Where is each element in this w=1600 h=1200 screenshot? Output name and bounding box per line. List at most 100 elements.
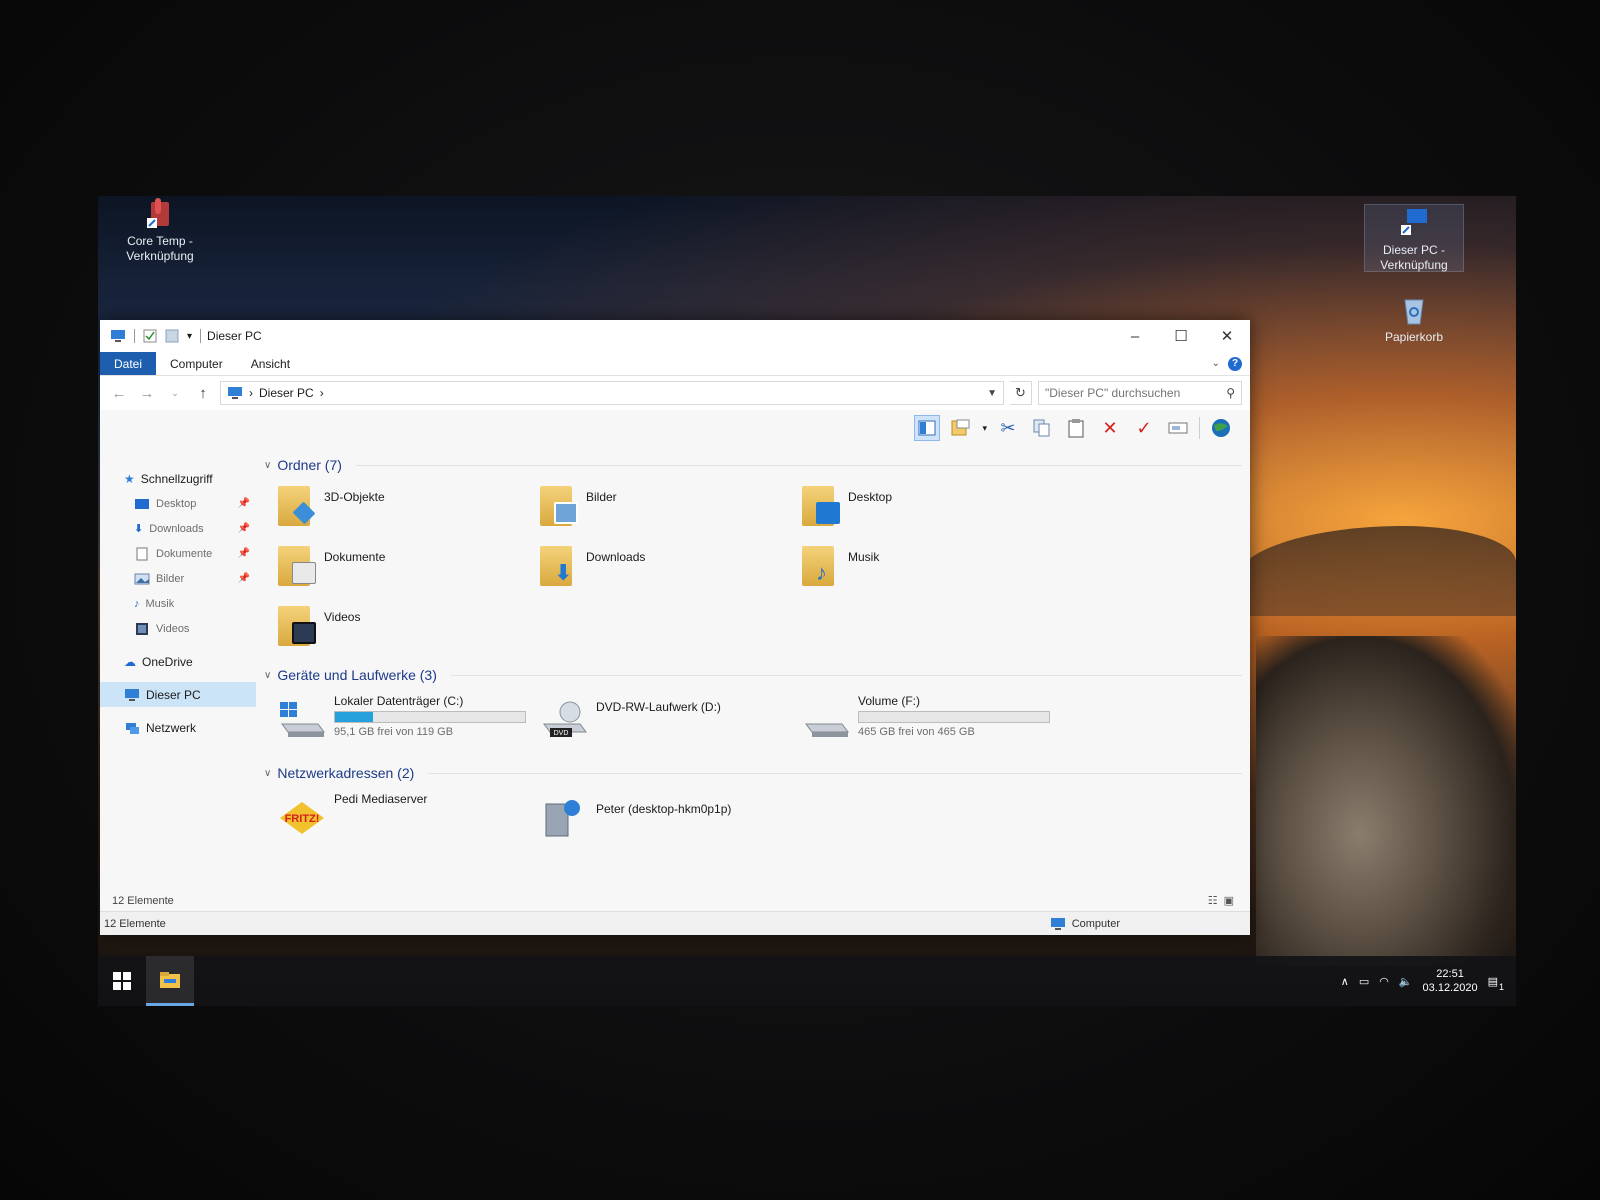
folder-grid: 3D-Objekte Bilder Desktop Dokumente ⬇ Do… [264,478,1242,662]
start-button[interactable] [98,956,146,1006]
title-bar: ▾ Dieser PC – ☐ ✕ [100,320,1250,352]
nav-item-bilder[interactable]: Bilder 📌 [100,566,256,591]
divider [428,772,1242,774]
large-icons-view-icon[interactable]: ▣ [1224,894,1234,907]
nav-item-videos[interactable]: Videos [100,616,256,641]
pin-icon[interactable]: 📌 [238,573,250,584]
details-view-icon[interactable]: ☷ [1208,894,1218,907]
monitor-bezel: Core Temp - Verknüpfung Dieser PC - Verk… [0,0,1600,1200]
folder-label: 3D-Objekte [324,490,385,504]
network-label: Peter (desktop-hkm0p1p) [596,802,732,816]
breadcrumb-separator-icon[interactable]: › [249,386,253,400]
search-icon[interactable]: ⚲ [1226,386,1235,400]
search-box[interactable]: ⚲ [1038,381,1242,405]
cut-button[interactable]: ✂ [995,415,1021,441]
globe-icon [1212,419,1230,437]
expand-ribbon-icon[interactable]: ⌄ [1212,358,1220,369]
folder-3d-objekte[interactable]: 3D-Objekte [278,484,540,536]
properties-button[interactable] [948,415,974,441]
nav-item-dieser-pc[interactable]: Dieser PC [100,682,256,707]
taskbar: ∧ ▭ ◠ 🔈 22:51 03.12.2020 ▤ 1 [98,956,1516,1006]
properties-dropdown-icon[interactable]: ▾ [982,423,987,434]
up-button[interactable]: ↑ [192,385,214,402]
clock[interactable]: 22:51 03.12.2020 [1423,967,1478,995]
chevron-down-icon[interactable]: ∨ [264,460,271,471]
document-icon [136,547,148,560]
new-folder-icon[interactable] [165,329,179,343]
nav-item-desktop[interactable]: Desktop 📌 [100,491,256,516]
address-dropdown-icon[interactable]: ▼ [987,388,997,399]
quick-access-toolbar: ▾ [110,329,202,343]
nav-item-dokumente[interactable]: Dokumente 📌 [100,541,256,566]
address-row: ← → ⌄ ↑ › Dieser PC › ▼ ↻ ⚲ [100,376,1250,410]
show-hidden-icons-icon[interactable]: ∧ [1341,975,1349,988]
folder-videos-icon [278,604,318,648]
folder-desktop[interactable]: Desktop [802,484,1064,536]
refresh-button[interactable]: ↻ [1010,381,1032,405]
tab-ansicht[interactable]: Ansicht [237,352,304,375]
breadcrumb-separator-icon[interactable]: › [320,386,324,400]
globe-button[interactable] [1208,415,1234,441]
nav-item-netzwerk[interactable]: Netzwerk [100,715,256,740]
network-item-peter[interactable]: Peter (desktop-hkm0p1p) [540,792,802,852]
breadcrumb-item[interactable]: Dieser PC [259,386,314,400]
tab-computer[interactable]: Computer [156,352,237,375]
action-center-icon[interactable]: ▤ 1 [1488,975,1504,992]
drive-label: Volume (F:) [858,694,921,708]
group-header-network[interactable]: ∨ Netzwerkadressen (2) [264,760,1242,786]
folder-videos[interactable]: Videos [278,604,540,656]
qat-dropdown-icon[interactable]: ▾ [187,331,192,342]
group-header-drives[interactable]: ∨ Geräte und Laufwerke (3) [264,662,1242,688]
drive-label: DVD-RW-Laufwerk (D:) [596,700,721,714]
file-explorer-icon [160,971,180,988]
nav-item-musik[interactable]: ♪ Musik [100,591,256,616]
taskbar-explorer-button[interactable] [146,956,194,1006]
network-item-pedi-mediaserver[interactable]: FRITZ! Pedi Mediaserver [278,792,540,852]
desktop-icon-papierkorb[interactable]: Papierkorb [1364,292,1464,345]
confirm-button[interactable]: ✓ [1131,415,1157,441]
rename-button[interactable] [1165,415,1191,441]
pin-icon[interactable]: 📌 [238,498,250,509]
back-button[interactable]: ← [108,385,130,402]
chevron-down-icon[interactable]: ∨ [264,670,271,681]
drive-f[interactable]: Volume (F:) 465 GB frei von 465 GB [802,694,1064,754]
copy-button[interactable] [1029,415,1055,441]
group-title: Ordner (7) [277,457,342,473]
nav-item-onedrive[interactable]: ☁ OneDrive [100,649,256,674]
nav-item-schnellzugriff[interactable]: ★ Schnellzugriff [100,466,256,491]
minimize-button[interactable]: – [1112,320,1158,352]
help-icon[interactable]: ? [1228,356,1242,371]
desktop-icon-dieser-pc[interactable]: Dieser PC - Verknüpfung [1364,204,1464,272]
address-bar[interactable]: › Dieser PC › ▼ [220,381,1004,405]
folder-label: Downloads [586,550,646,564]
forward-button[interactable]: → [136,385,158,402]
wifi-icon[interactable]: ◠ [1379,975,1389,988]
folder-downloads[interactable]: ⬇ Downloads [540,544,802,596]
group-header-folders[interactable]: ∨ Ordner (7) [264,452,1242,478]
chevron-down-icon[interactable]: ∨ [264,768,271,779]
desktop-icon-label: Core Temp - Verknüpfung [126,234,194,263]
tab-datei[interactable]: Datei [100,352,157,375]
preview-pane-button[interactable] [914,415,941,441]
folder-musik[interactable]: ♪ Musik [802,544,1064,596]
close-button[interactable]: ✕ [1204,320,1250,352]
drive-d[interactable]: DVD DVD-RW-Laufwerk (D:) [540,694,802,754]
drive-c[interactable]: Lokaler Datenträger (C:) 95,1 GB frei vo… [278,694,540,754]
delete-button[interactable]: ✕ [1097,415,1123,441]
search-input[interactable] [1045,386,1227,400]
pin-icon[interactable]: 📌 [238,523,250,534]
svg-text:FRITZ!: FRITZ! [285,813,320,825]
folder-bilder[interactable]: Bilder [540,484,802,536]
network-grid: FRITZ! Pedi Mediaserver Peter (desktop-h… [264,786,1242,858]
folder-dokumente[interactable]: Dokumente [278,544,540,596]
maximize-button[interactable]: ☐ [1158,320,1204,352]
paste-button[interactable] [1063,415,1089,441]
recent-locations-icon[interactable]: ⌄ [164,388,186,399]
desktop-icon-coretemp[interactable]: Core Temp - Verknüpfung [110,196,210,264]
properties-icon[interactable] [143,329,157,343]
pin-icon[interactable]: 📌 [238,548,250,559]
desktop: Core Temp - Verknüpfung Dieser PC - Verk… [98,196,1516,1006]
volume-icon[interactable]: 🔈 [1399,975,1413,988]
battery-icon[interactable]: ▭ [1359,975,1369,988]
nav-item-downloads[interactable]: ⬇ Downloads 📌 [100,516,256,541]
